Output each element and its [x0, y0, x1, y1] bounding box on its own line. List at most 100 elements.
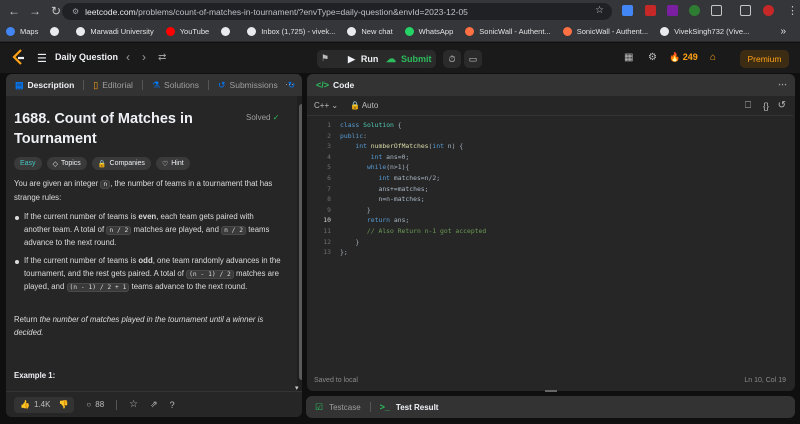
- thumbs-down-icon[interactable]: 👎: [58, 400, 68, 409]
- tab-code[interactable]: </> Code: [316, 80, 354, 90]
- history-icon: ↺: [218, 79, 226, 90]
- bookmark-favicon-icon: [247, 27, 257, 36]
- bookmark-favicon-icon: [165, 27, 175, 36]
- daily-question-label[interactable]: Daily Question: [55, 52, 118, 62]
- notes-button[interactable]: ▭: [464, 50, 482, 68]
- scrollbar-thumb[interactable]: [299, 104, 302, 380]
- run-label: Run: [360, 54, 379, 64]
- bookmark-item[interactable]: VivekSingh732 (Vive...: [660, 27, 749, 36]
- rule-bold: even: [138, 212, 157, 221]
- bookmarks-overflow-icon[interactable]: »: [780, 26, 786, 37]
- bookmark-item[interactable]: Inbox (1,725) - vivek...: [247, 27, 335, 36]
- resize-handle[interactable]: [545, 390, 557, 392]
- like-button[interactable]: 👍 1.4K 👎: [14, 396, 75, 413]
- random-problem-icon[interactable]: ⇄: [158, 52, 166, 63]
- run-button[interactable]: ▶ Run: [348, 51, 378, 67]
- address-bar[interactable]: ⚙ leetcode.com/problems/count-of-matches…: [62, 3, 612, 20]
- debug-icon[interactable]: ⚑: [321, 53, 329, 64]
- code-line: int numberOfMatches(int n) {: [355, 142, 464, 151]
- submit-label: Submit: [401, 54, 432, 64]
- bookmark-star-icon[interactable]: ☆: [595, 5, 604, 16]
- bookmark-icon[interactable]: ⎕: [745, 100, 751, 111]
- return-paragraph: Return the number of matches played in t…: [14, 314, 282, 339]
- sidebar-icon[interactable]: [740, 5, 751, 16]
- reload-icon[interactable]: ↻: [49, 4, 63, 18]
- tab-code-label: Code: [333, 80, 355, 90]
- site-info-icon[interactable]: ⚙: [72, 7, 79, 16]
- layout-grid-icon[interactable]: ▦: [624, 52, 633, 63]
- bookmark-item[interactable]: New chat: [347, 27, 393, 36]
- line-number: 12: [323, 237, 331, 246]
- panel-menu-icon[interactable]: ⋯: [285, 79, 294, 90]
- forward-icon[interactable]: →: [28, 4, 42, 18]
- intro-paragraph: You are given an integer n, the number o…: [14, 178, 282, 204]
- play-icon: ▶: [348, 53, 355, 64]
- extension-translate-icon[interactable]: [622, 5, 633, 16]
- share-icon[interactable]: ⇗: [150, 399, 158, 410]
- tab-submissions[interactable]: ↺ Submissions: [218, 80, 278, 91]
- auto-mode[interactable]: 🔒 Auto: [350, 101, 378, 110]
- browser-menu-icon[interactable]: ⋮: [787, 4, 798, 17]
- prev-problem-icon[interactable]: ‹: [126, 50, 130, 64]
- extension-green-icon[interactable]: [689, 5, 700, 16]
- tab-testcase[interactable]: Testcase: [329, 403, 361, 412]
- code-line: public:: [340, 131, 367, 140]
- bookmarks-bar: Maps Marwadi University YouTube Inbox (1,72…: [0, 22, 800, 42]
- hint-chip[interactable]: ♡ Hint: [155, 157, 190, 170]
- code-line: ans+=matches;: [340, 184, 429, 193]
- code-line: // Also Return n-1 got accepted: [340, 227, 487, 235]
- notes-icon: ▭: [468, 54, 478, 64]
- topics-chip[interactable]: ◇ Topics: [46, 157, 87, 170]
- next-problem-icon[interactable]: ›: [142, 50, 146, 64]
- premium-button[interactable]: Premium: [740, 50, 789, 68]
- solved-label: Solved: [246, 113, 271, 122]
- extensions-puzzle-icon[interactable]: [711, 5, 722, 16]
- terminal-icon: >_: [379, 402, 390, 412]
- line-number: 1: [327, 121, 331, 129]
- tab-divider: [208, 80, 209, 90]
- favorite-star-icon[interactable]: ☆: [129, 399, 138, 410]
- bookmark-item[interactable]: SonicWall - Authent...: [562, 27, 648, 36]
- problem-list-icon[interactable]: ☰: [37, 52, 47, 65]
- extension-purple-icon[interactable]: [667, 5, 678, 16]
- problem-title[interactable]: 1688. Count of Matches in Tournament: [14, 109, 204, 149]
- bookmark-item[interactable]: YouTube: [165, 27, 210, 36]
- testcase-panel: ☑ Testcase >_ Test Result: [306, 396, 795, 418]
- streak-counter[interactable]: 🔥 249: [669, 52, 698, 63]
- settings-gear-icon[interactable]: ⚙: [648, 52, 657, 63]
- comment-icon: ○: [86, 400, 92, 409]
- help-icon[interactable]: ?: [170, 400, 175, 410]
- reset-code-icon[interactable]: ↺: [778, 100, 786, 111]
- tab-editorial[interactable]: ▯ Editorial: [93, 80, 133, 91]
- store-icon[interactable]: ⌂: [710, 52, 716, 63]
- code-line: class Solution {: [340, 121, 402, 129]
- back-icon[interactable]: ←: [7, 4, 21, 18]
- format-code-icon[interactable]: {}: [763, 101, 769, 111]
- language-select[interactable]: C++ ⌄: [314, 101, 338, 110]
- bookmark-item[interactable]: SonicWall - Authent...: [465, 27, 551, 36]
- rule-bold: odd: [138, 256, 153, 265]
- rule-even: If the current number of teams is even, …: [24, 211, 282, 250]
- bookmark-item[interactable]: Marwadi University: [76, 27, 154, 36]
- inline-code: n / 2: [106, 225, 132, 235]
- leetcode-logo-icon[interactable]: [11, 49, 27, 67]
- comments-button[interactable]: ○ 88: [86, 400, 104, 409]
- companies-chip[interactable]: 🔒 Companies: [91, 157, 151, 170]
- profile-avatar-icon[interactable]: [763, 5, 774, 16]
- tab-divider: [369, 402, 371, 412]
- rule-text: teams advance to the next round.: [131, 282, 248, 292]
- bookmark-item[interactable]: Maps: [6, 27, 38, 36]
- timer-button[interactable]: ⏱: [443, 50, 461, 68]
- extension-red-icon[interactable]: [645, 5, 656, 16]
- bookmark-item[interactable]: [221, 27, 235, 36]
- tab-solutions[interactable]: ⚗ Solutions: [152, 80, 199, 91]
- tab-test-result[interactable]: Test Result: [396, 403, 439, 412]
- hint-label: Hint: [171, 160, 184, 167]
- bookmark-item[interactable]: WhatsApp: [404, 27, 453, 36]
- code-panel-menu-icon[interactable]: ⋯: [778, 79, 787, 90]
- bookmark-label: YouTube: [179, 27, 210, 36]
- submit-button[interactable]: ☁ Submit: [386, 51, 432, 67]
- line-number: 4: [327, 152, 331, 161]
- tab-description[interactable]: ▤ Description: [15, 80, 74, 91]
- bookmark-item[interactable]: [50, 27, 64, 36]
